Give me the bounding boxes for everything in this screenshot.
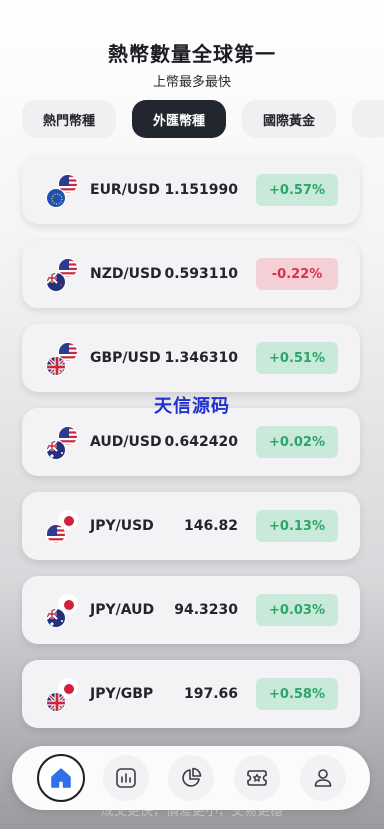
pair-price: 146.82 (183, 518, 238, 534)
nav-home-button[interactable] (37, 754, 85, 802)
change-badge: +0.13% (256, 510, 338, 542)
header: 熱幣數量全球第一 上幣最多最快 (0, 38, 384, 90)
chart-icon (116, 768, 136, 788)
pair-row[interactable]: JPY/GBP 197.66 +0.58% (22, 660, 360, 728)
pair-row[interactable]: JPY/USD 146.82 +0.13% (22, 492, 360, 560)
pair-symbol: NZD/USD (90, 266, 162, 282)
nav-market-button[interactable] (103, 755, 149, 801)
pair-row[interactable]: JPY/AUD 94.3230 +0.03% (22, 576, 360, 644)
change-badge: +0.57% (256, 174, 338, 206)
pair-price: 94.3230 (174, 602, 238, 618)
au-flag (46, 440, 66, 460)
nav-trade-button[interactable] (168, 755, 214, 801)
us-flag (46, 524, 66, 544)
change-badge: +0.03% (256, 594, 338, 626)
pair-price: 197.66 (183, 686, 238, 702)
pair-flags (46, 426, 78, 460)
pair-symbol: GBP/USD (90, 350, 161, 366)
tab-gold[interactable]: 國際黃金 (242, 100, 336, 138)
uk-flag (46, 356, 66, 376)
nav-rewards-button[interactable] (234, 755, 280, 801)
pair-flags (46, 678, 78, 712)
user-icon (314, 769, 332, 787)
pair-price: 0.593110 (164, 266, 238, 282)
uk-flag (46, 692, 66, 712)
category-tabs: 熱門幣種 外匯幣種 國際黃金 (22, 100, 384, 140)
change-badge: -0.22% (256, 258, 338, 290)
page-subtitle: 上幣最多最快 (152, 75, 231, 90)
pair-row[interactable]: AUD/USD 0.642420 +0.02% (22, 408, 360, 476)
pair-flags (46, 510, 78, 544)
pair-symbol: JPY/GBP (90, 686, 154, 702)
nz-flag (46, 272, 66, 292)
tab-more[interactable] (352, 100, 384, 138)
pair-row[interactable]: NZD/USD 0.593110 -0.22% (22, 240, 360, 308)
pair-row[interactable]: GBP/USD 1.346310 +0.51% (22, 324, 360, 392)
pair-price: 1.346310 (164, 350, 238, 366)
pair-symbol: EUR/USD (90, 182, 160, 198)
pair-row[interactable]: EUR/USD 1.151990 +0.57% (22, 156, 360, 224)
change-badge: +0.02% (256, 426, 338, 458)
watermark: 天信源码 (154, 396, 230, 417)
tab-forex[interactable]: 外匯幣種 (132, 100, 226, 138)
eu-flag (46, 188, 66, 208)
ticket-icon (247, 770, 267, 786)
page-title: 熱幣數量全球第一 (108, 42, 276, 66)
pair-symbol: JPY/AUD (90, 602, 155, 618)
au-flag (46, 608, 66, 628)
pair-symbol: AUD/USD (90, 434, 162, 450)
pair-flags (46, 174, 78, 208)
pair-symbol: JPY/USD (90, 518, 154, 534)
change-badge: +0.58% (256, 678, 338, 710)
pair-price: 0.642420 (164, 434, 238, 450)
home-icon (51, 768, 71, 788)
change-badge: +0.51% (256, 342, 338, 374)
pair-flags (46, 342, 78, 376)
nav-profile-button[interactable] (300, 755, 346, 801)
bottom-nav (12, 746, 370, 810)
tab-hot-coins[interactable]: 熱門幣種 (22, 100, 116, 138)
pair-flags (46, 258, 78, 292)
pair-flags (46, 594, 78, 628)
pair-price: 1.151990 (164, 182, 238, 198)
pie-chart-icon (182, 767, 202, 787)
